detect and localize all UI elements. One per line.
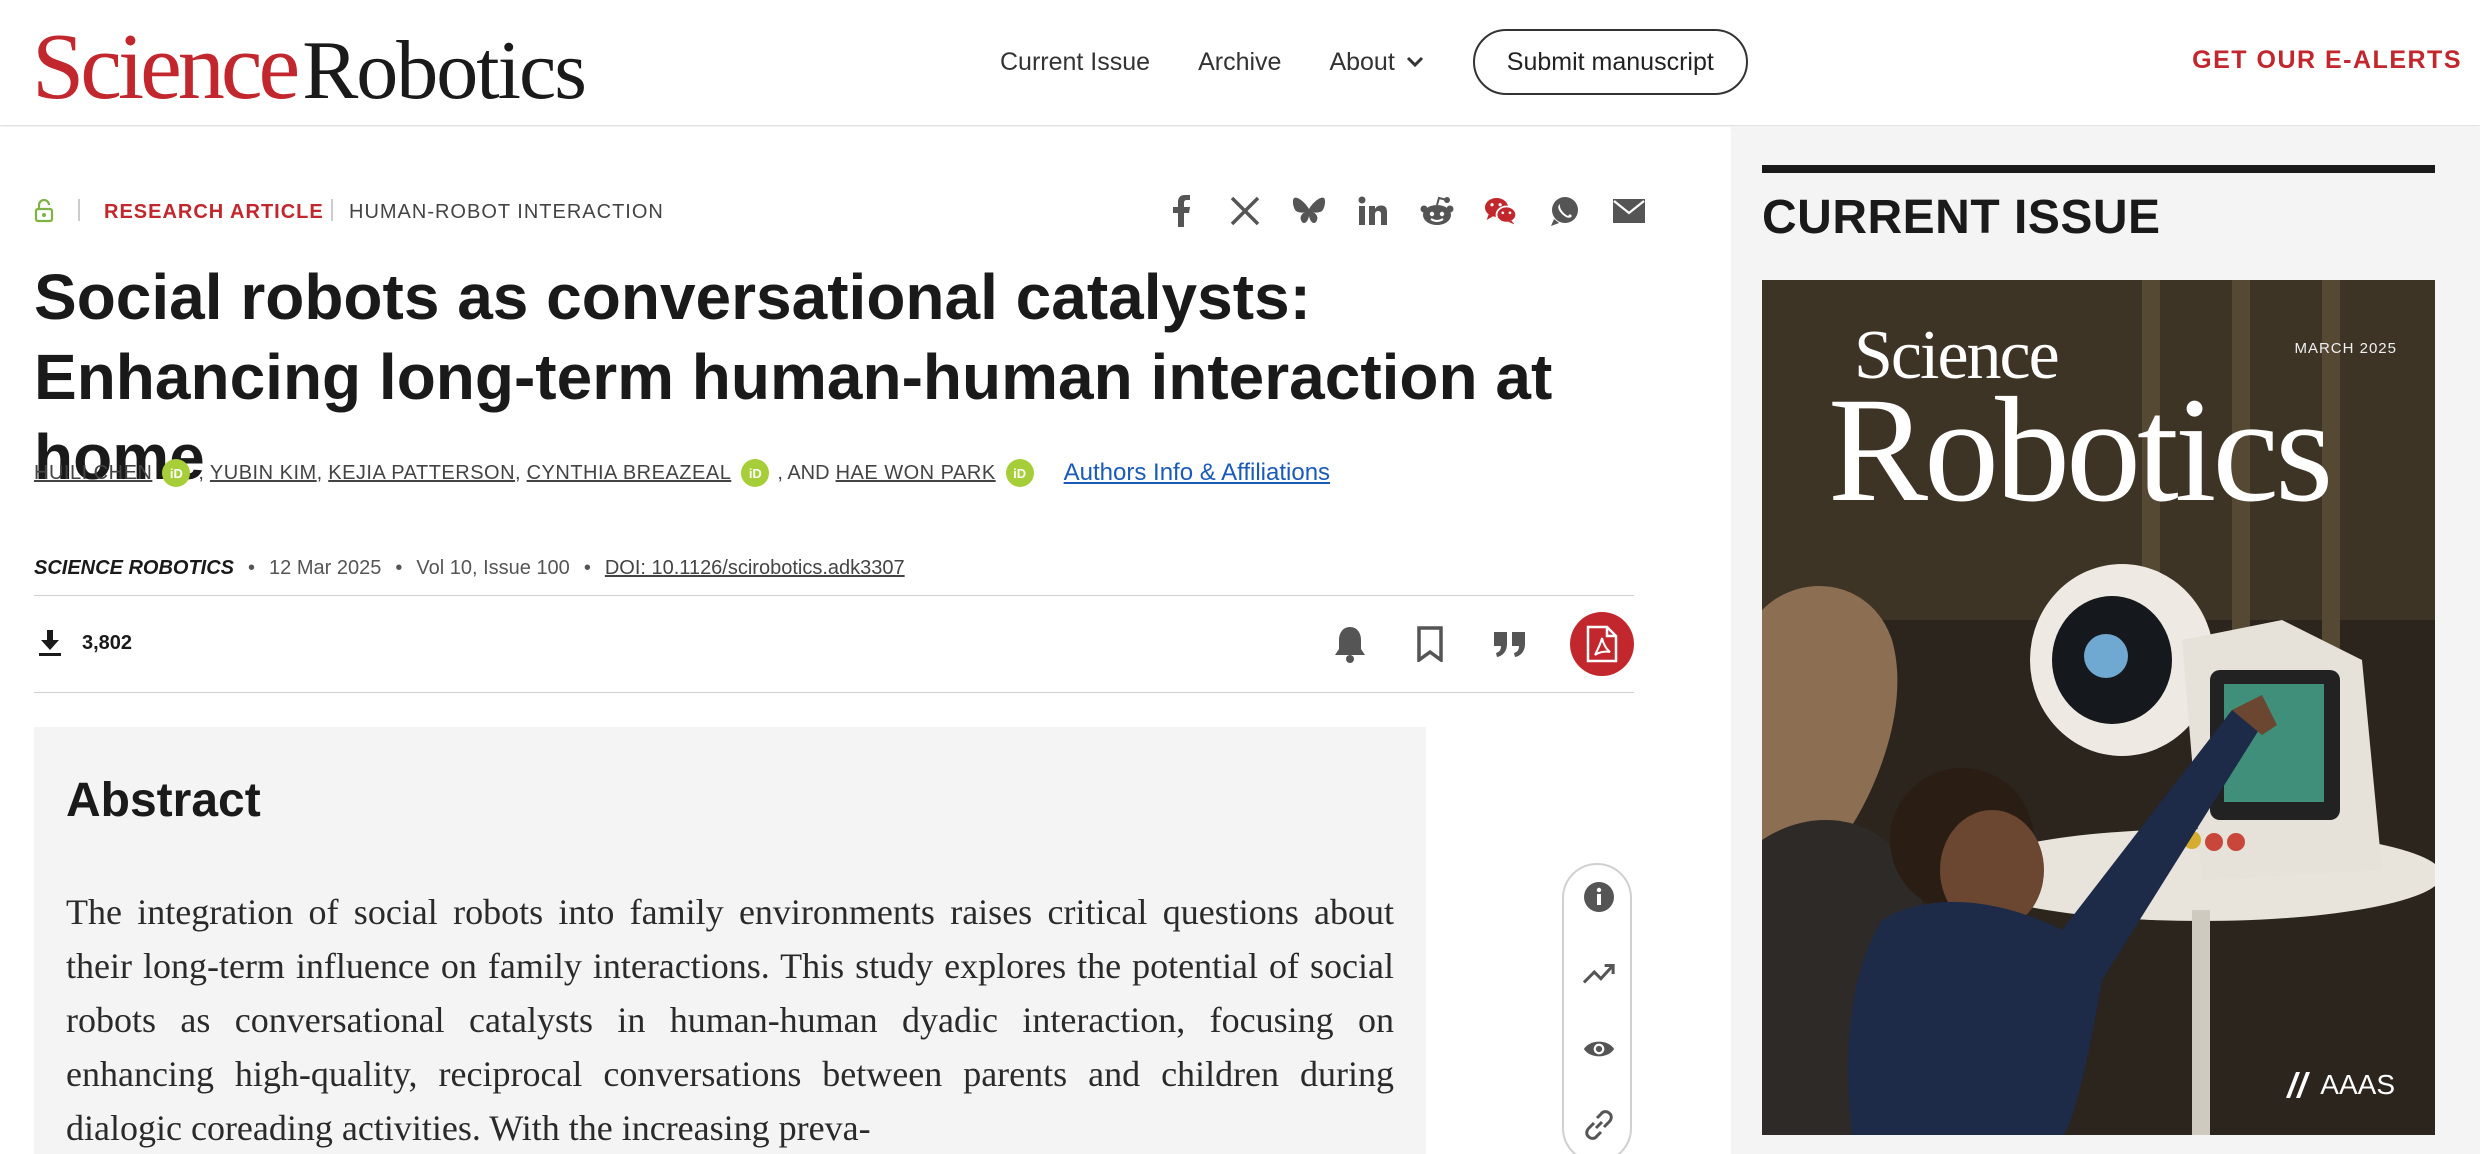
author-separator: , <box>316 461 323 484</box>
pdf-download-button[interactable] <box>1570 612 1634 676</box>
info-icon[interactable] <box>1583 881 1615 913</box>
main-nav: Current Issue Archive About Submit manus… <box>1000 28 1748 96</box>
orcid-icon[interactable]: iD <box>741 459 770 487</box>
bookmark-icon[interactable] <box>1410 624 1450 664</box>
email-icon[interactable] <box>1612 194 1646 228</box>
journal-name[interactable]: SCIENCE ROBOTICS <box>34 557 234 580</box>
subject-label[interactable]: HUMAN-ROBOT INTERACTION <box>349 201 664 224</box>
bluesky-icon[interactable] <box>1292 194 1326 228</box>
logo-robotics-text: Robotics <box>302 24 587 117</box>
doi-link[interactable]: DOI: 10.1126/scirobotics.adk3307 <box>605 557 905 580</box>
trending-icon[interactable] <box>1583 957 1615 989</box>
reddit-icon[interactable] <box>1420 194 1454 228</box>
article-metrics-bar: 3,802 <box>34 595 1634 693</box>
author-separator: , <box>198 461 204 484</box>
publication-date: 12 Mar 2025 <box>269 556 382 579</box>
download-icon <box>39 630 61 656</box>
nav-about[interactable]: About <box>1329 48 1424 77</box>
chevron-down-icon <box>1406 56 1423 68</box>
site-header: ScienceRobotics Current Issue Archive Ab… <box>0 0 2480 126</box>
nav-current-issue[interactable]: Current Issue <box>1000 48 1150 77</box>
link-icon[interactable] <box>1583 1109 1615 1141</box>
eye-icon[interactable] <box>1583 1033 1615 1065</box>
article-tools <box>1330 612 1634 676</box>
quote-icon[interactable] <box>1490 624 1530 664</box>
current-issue-sidebar: CURRENT ISSUE Science Robotics MARCH 202… <box>1731 127 2480 1154</box>
article-main: RESEARCH ARTICLE HUMAN-ROBOT INTERACTION <box>0 127 1730 1154</box>
x-icon[interactable] <box>1228 194 1262 228</box>
bullet-separator: • <box>395 556 403 579</box>
logo-science-text: Science <box>32 15 300 119</box>
cover-publisher: AAAS <box>2284 1069 2395 1101</box>
downloads-value: 3,802 <box>82 631 133 654</box>
share-bar <box>1164 191 1676 231</box>
submit-manuscript-button[interactable]: Submit manuscript <box>1472 29 1748 95</box>
downloads-count: 3,802 <box>38 630 132 656</box>
sidebar-rule <box>1762 165 2435 173</box>
aaas-logo-icon <box>2286 1072 2311 1098</box>
cover-issue-date: MARCH 2025 <box>2294 340 2397 357</box>
current-issue-heading: CURRENT ISSUE <box>1762 191 2161 244</box>
abstract-section: Abstract The integration of social robot… <box>34 727 1426 1154</box>
abstract-text: The integration of social robots into fa… <box>66 892 1394 1148</box>
aaas-label: AAAS <box>2320 1069 2395 1100</box>
article-type-label[interactable]: RESEARCH ARTICLE <box>104 201 324 224</box>
meta-divider <box>331 199 333 221</box>
authors-affiliations-link[interactable]: Authors Info & Affiliations <box>1064 459 1330 487</box>
issue-cover-image[interactable]: Science Robotics MARCH 2025 AAAS <box>1762 280 2435 1135</box>
nav-archive[interactable]: Archive <box>1198 48 1281 77</box>
abstract-heading: Abstract <box>66 774 261 827</box>
nav-about-label: About <box>1329 47 1395 76</box>
author-link[interactable]: CYNTHIA BREAZEAL <box>527 462 732 485</box>
cover-robotics-title: Robotics <box>1828 367 2333 533</box>
whatsapp-icon[interactable] <box>1548 194 1582 228</box>
orcid-icon[interactable]: iD <box>162 459 191 487</box>
author-list: HUILI CHEN iD , YUBIN KIM , KEJIA PATTER… <box>34 455 1330 491</box>
meta-divider <box>78 199 80 221</box>
author-link[interactable]: HUILI CHEN <box>34 462 152 485</box>
bullet-separator: • <box>583 556 591 579</box>
author-separator: , <box>515 461 521 484</box>
author-link[interactable]: YUBIN KIM <box>210 462 317 485</box>
linkedin-icon[interactable] <box>1356 194 1390 228</box>
e-alerts-link[interactable]: GET OUR E-ALERTS <box>2192 46 2462 75</box>
article-meta-row: RESEARCH ARTICLE HUMAN-ROBOT INTERACTION <box>34 191 1645 231</box>
author-link[interactable]: KEJIA PATTERSON <box>328 462 515 485</box>
facebook-icon[interactable] <box>1164 194 1198 228</box>
bullet-separator: • <box>248 556 256 579</box>
publication-info: SCIENCE ROBOTICS • 12 Mar 2025 • Vol 10,… <box>34 553 905 583</box>
floating-toolbar <box>1562 863 1632 1154</box>
open-access-lock-icon <box>34 199 54 223</box>
author-and: , AND <box>777 461 830 484</box>
author-link[interactable]: HAE WON PARK <box>836 462 996 485</box>
volume-issue[interactable]: Vol 10, Issue 100 <box>416 557 569 580</box>
orcid-icon[interactable]: iD <box>1005 459 1034 487</box>
bell-icon[interactable] <box>1330 624 1370 664</box>
pdf-icon <box>1586 625 1618 663</box>
wechat-icon[interactable] <box>1484 194 1518 228</box>
site-logo[interactable]: ScienceRobotics <box>32 15 587 119</box>
